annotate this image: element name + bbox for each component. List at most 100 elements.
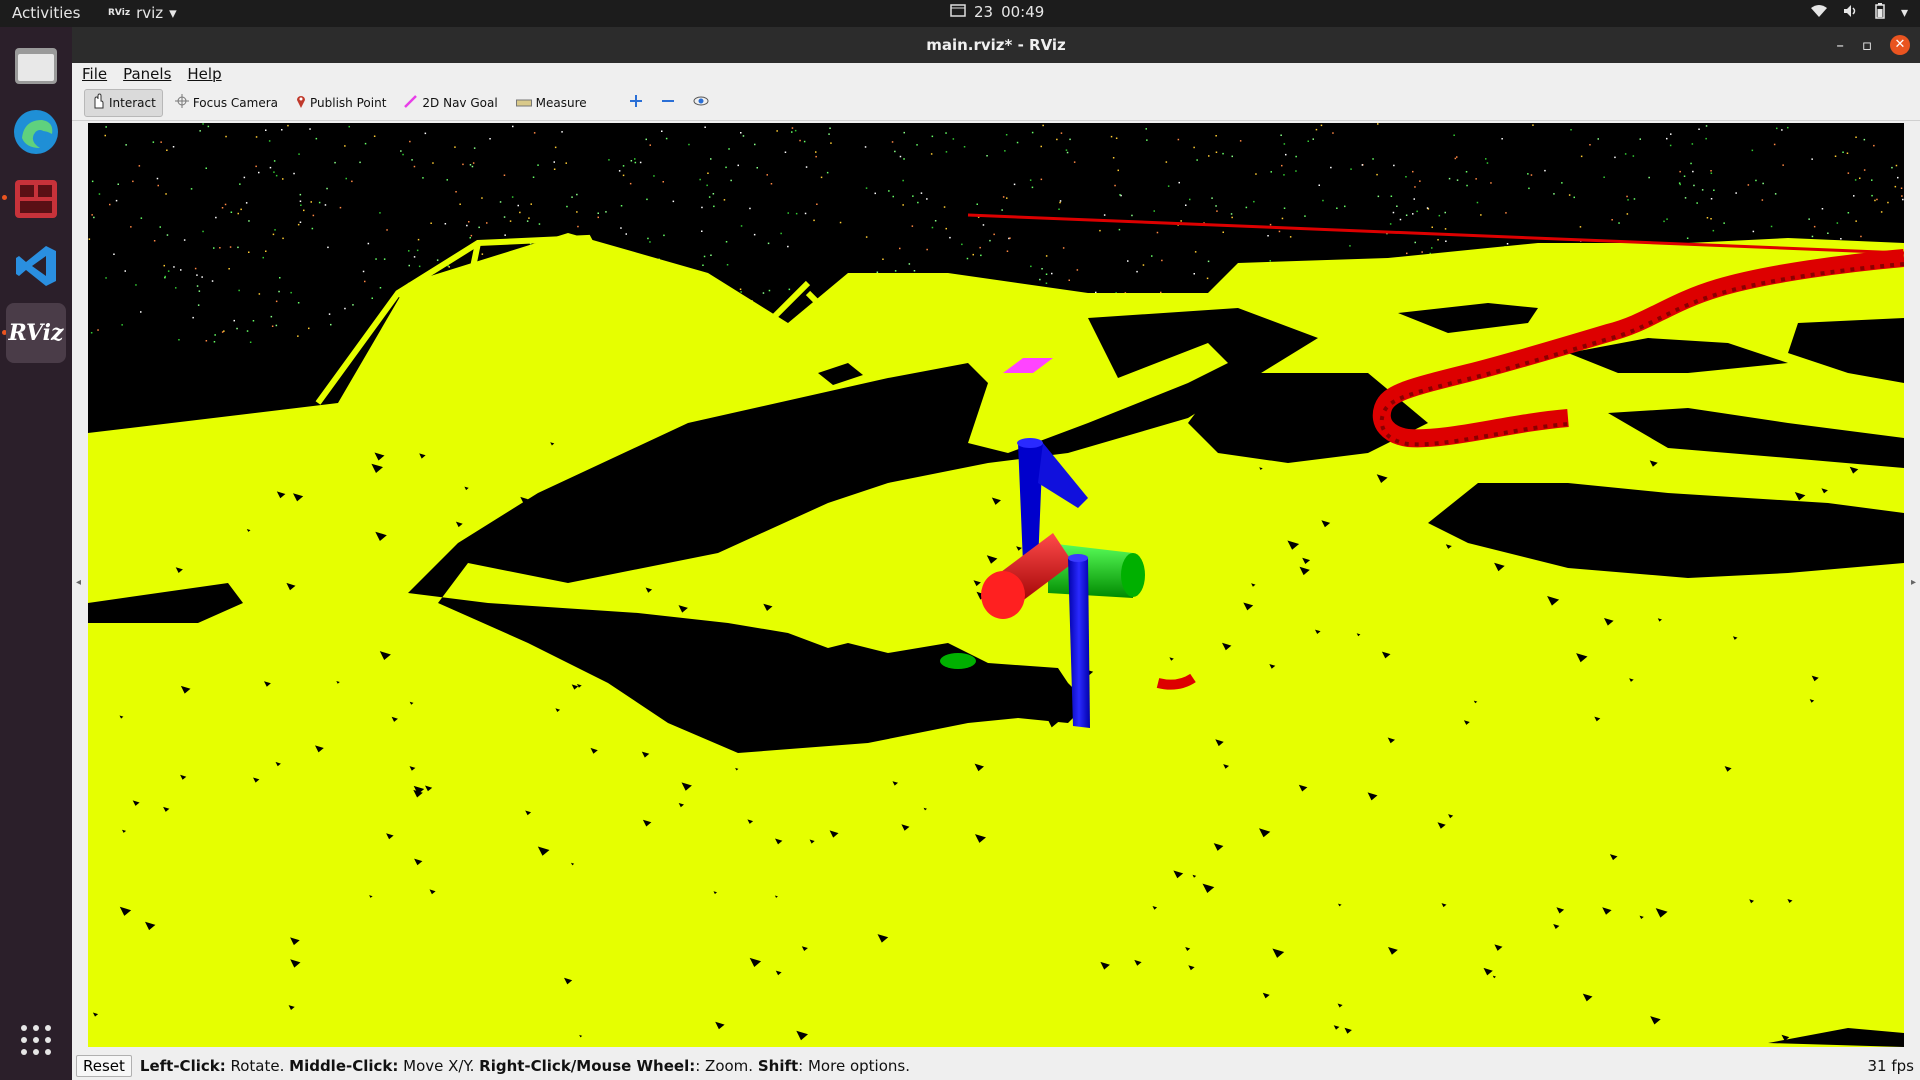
point-cloud-point xyxy=(1131,214,1133,217)
point-cloud-point xyxy=(1751,149,1754,152)
app-menu-name: rviz xyxy=(136,4,164,22)
collapse-left-panel-icon[interactable]: ◂ xyxy=(76,577,81,588)
rviz-icon[interactable]: RViz xyxy=(6,303,66,363)
point-cloud-point xyxy=(309,128,311,130)
app-menu[interactable]: RViz rviz ▾ xyxy=(108,4,177,22)
interact-tool-button[interactable]: Interact xyxy=(84,88,163,117)
point-cloud-point xyxy=(1490,182,1492,184)
point-cloud-point xyxy=(561,131,563,133)
point-cloud-point xyxy=(248,220,250,222)
point-cloud-point xyxy=(756,167,758,169)
activities-button[interactable]: Activities xyxy=(12,4,80,22)
point-cloud-point xyxy=(762,292,765,294)
point-cloud-point xyxy=(620,227,622,229)
point-cloud-point xyxy=(1690,162,1692,165)
maximize-icon[interactable]: ▫ xyxy=(1862,27,1872,63)
point-cloud-point xyxy=(1902,198,1904,201)
point-cloud-point xyxy=(930,153,933,155)
edge-browser-icon[interactable] xyxy=(6,102,66,162)
add-tool-button[interactable] xyxy=(623,89,649,117)
point-cloud-point xyxy=(828,133,830,135)
focus-camera-tool-button[interactable]: Focus Camera xyxy=(169,89,284,117)
point-cloud-point xyxy=(1827,232,1829,234)
middle-click-hint-label: Middle-Click: xyxy=(289,1057,399,1075)
point-cloud-point xyxy=(1066,151,1069,154)
left-click-hint-label: Left-Click: xyxy=(139,1057,226,1075)
point-cloud-point xyxy=(199,130,201,132)
point-cloud-point xyxy=(672,200,675,203)
point-cloud-point xyxy=(725,241,728,243)
point-cloud-point xyxy=(571,196,573,198)
point-cloud-point xyxy=(1710,218,1712,220)
point-cloud-point xyxy=(795,212,798,215)
point-cloud-point xyxy=(124,270,126,272)
point-cloud-point xyxy=(1413,198,1415,200)
remove-tool-button[interactable] xyxy=(655,89,681,117)
point-cloud-point xyxy=(1153,210,1155,212)
point-cloud-point xyxy=(1762,182,1764,185)
point-cloud-point xyxy=(156,177,159,180)
clock[interactable]: 23 00:49 xyxy=(950,3,1044,21)
point-cloud-point xyxy=(1693,184,1695,187)
point-cloud-point xyxy=(749,207,751,210)
menu-panels[interactable]: Panels xyxy=(123,65,171,83)
point-cloud-point xyxy=(468,221,470,223)
point-cloud-point xyxy=(104,134,106,137)
system-tray[interactable]: ▾ xyxy=(1810,3,1908,23)
point-cloud-point xyxy=(1421,251,1423,253)
reset-button[interactable]: Reset xyxy=(76,1055,132,1077)
point-cloud-point xyxy=(1336,207,1338,209)
point-cloud-point xyxy=(577,225,579,228)
point-cloud-point xyxy=(1679,170,1681,173)
terminal-app-icon[interactable] xyxy=(6,169,66,229)
minimize-icon[interactable]: – xyxy=(1836,27,1844,63)
point-cloud-point xyxy=(605,211,607,213)
point-cloud-point xyxy=(152,141,155,143)
point-cloud-point xyxy=(770,183,773,185)
window-titlebar[interactable]: main.rviz* - RViz – ▫ ✕ xyxy=(72,27,1920,63)
point-cloud-point xyxy=(408,250,410,252)
point-cloud-point xyxy=(911,225,914,227)
show-apps-grid-icon[interactable] xyxy=(6,1010,66,1070)
point-cloud-point xyxy=(1684,197,1687,199)
point-cloud-point xyxy=(826,171,829,174)
point-cloud-point xyxy=(1045,255,1048,257)
measure-label: Measure xyxy=(535,95,587,110)
point-cloud-point xyxy=(703,255,706,258)
point-cloud-point xyxy=(1058,208,1060,210)
close-icon[interactable]: ✕ xyxy=(1890,35,1910,55)
battery-icon xyxy=(1875,3,1885,23)
point-cloud-point xyxy=(730,179,732,182)
point-cloud-point xyxy=(1041,268,1043,270)
collapse-right-panel-icon[interactable]: ▸ xyxy=(1911,577,1916,588)
point-cloud-point xyxy=(576,193,578,196)
files-icon[interactable] xyxy=(6,35,66,95)
point-cloud-point xyxy=(707,172,709,174)
nav-goal-tool-button[interactable]: 2D Nav Goal xyxy=(398,89,503,117)
menu-file[interactable]: File xyxy=(82,65,107,83)
point-cloud-point xyxy=(1127,260,1129,262)
point-cloud-point xyxy=(351,180,353,183)
point-cloud-point xyxy=(140,217,143,219)
point-cloud-point xyxy=(1118,228,1121,231)
point-cloud-point xyxy=(1076,269,1079,271)
menu-help[interactable]: Help xyxy=(187,65,221,83)
point-cloud-point xyxy=(1193,273,1195,275)
view-options-button[interactable] xyxy=(687,89,715,117)
point-cloud-point xyxy=(622,165,625,167)
point-cloud-point xyxy=(1632,155,1635,157)
point-cloud-point xyxy=(1678,182,1681,184)
point-cloud-point xyxy=(1808,218,1810,220)
point-cloud-point xyxy=(726,264,729,266)
point-cloud-point xyxy=(1283,143,1286,145)
vscode-icon[interactable] xyxy=(6,236,66,296)
point-cloud-point xyxy=(138,165,141,167)
point-cloud-point xyxy=(663,234,665,237)
render-3d-view[interactable] xyxy=(88,123,1904,1047)
point-cloud-point xyxy=(926,248,928,251)
point-cloud-point xyxy=(1561,182,1563,184)
measure-tool-button[interactable]: Measure xyxy=(510,89,593,117)
point-cloud-point xyxy=(339,206,342,209)
point-cloud-point xyxy=(1112,157,1115,159)
publish-point-tool-button[interactable]: Publish Point xyxy=(290,89,392,117)
